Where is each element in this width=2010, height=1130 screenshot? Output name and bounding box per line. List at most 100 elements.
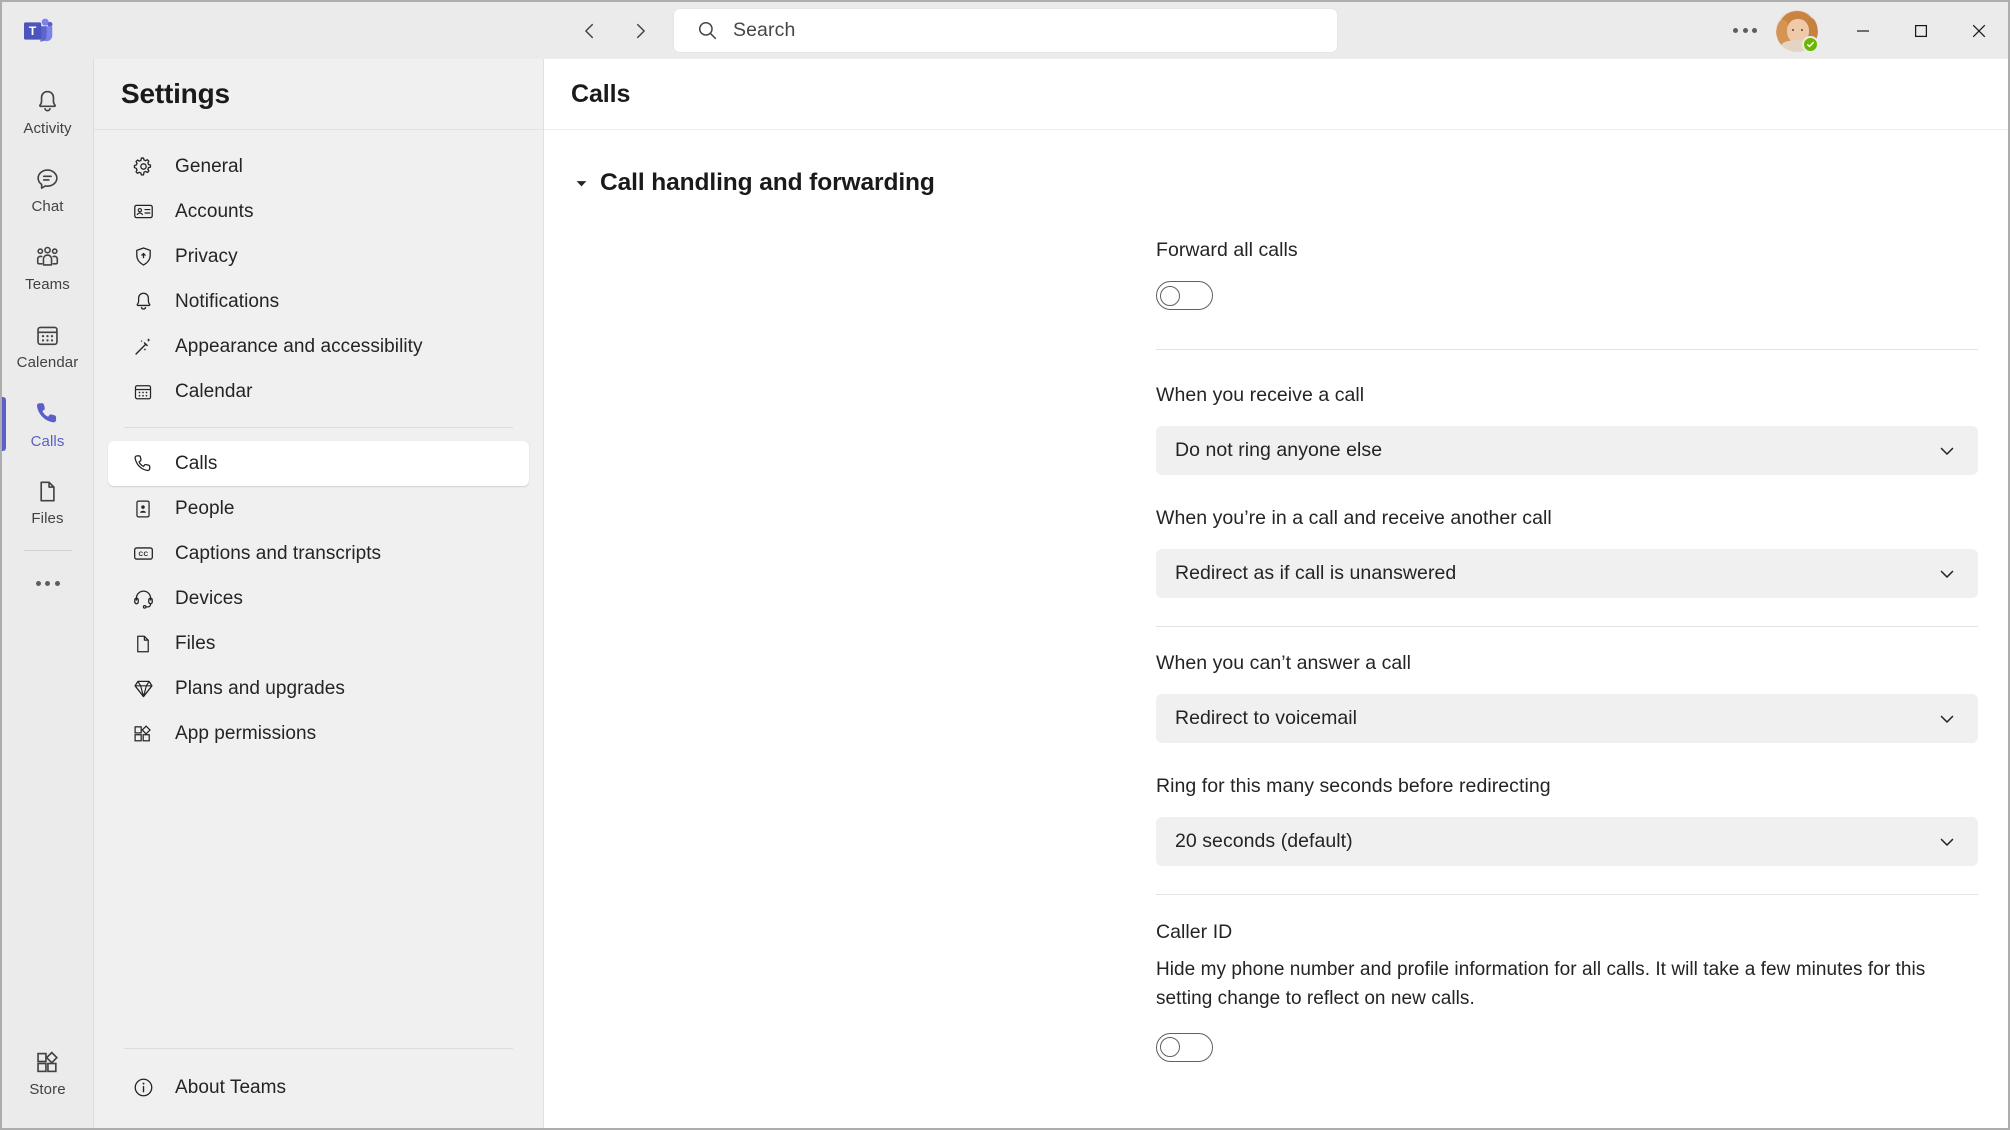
presence-available-badge [1802, 35, 1819, 53]
section-title: Call handling and forwarding [600, 169, 935, 196]
forward-all-calls-label: Forward all calls [1156, 239, 1298, 261]
caller-id-description: Hide my phone number and profile informa… [1156, 959, 1926, 1009]
sidebar-item-label: Appearance and accessibility [175, 335, 423, 357]
back-button[interactable] [572, 13, 608, 49]
sidebar-item-notifications[interactable]: Notifications [108, 279, 529, 324]
rail-more-apps-button[interactable] [2, 555, 94, 611]
gear-icon [131, 155, 155, 179]
forward-button[interactable] [622, 13, 658, 49]
sidebar-item-accounts[interactable]: Accounts [108, 189, 529, 234]
sidebar-item-devices[interactable]: Devices [108, 576, 529, 621]
bell-icon [131, 290, 155, 314]
id-card-icon [131, 200, 155, 224]
settings-nav-divider [124, 427, 513, 428]
sidebar-item-general[interactable]: General [108, 144, 529, 189]
search-icon [698, 21, 717, 40]
settings-title: Settings [121, 78, 230, 109]
settings-header: Settings [94, 59, 543, 130]
app-rail: Activity Chat Teams Calendar Calls Files… [1, 59, 94, 1128]
teams-people-icon [36, 246, 59, 266]
forward-icon [636, 23, 645, 38]
settings-and-more-button[interactable] [1722, 11, 1768, 51]
sidebar-item-privacy[interactable]: Privacy [108, 234, 529, 279]
caller-id-toggle[interactable] [1156, 1032, 1213, 1062]
close-button[interactable] [1950, 2, 2008, 59]
sidebar-item-plans-and-upgrades[interactable]: Plans and upgrades [108, 666, 529, 711]
about-teams-button[interactable]: About Teams [108, 1065, 529, 1110]
history-nav [572, 13, 658, 49]
info-icon [131, 1076, 155, 1100]
when-you-cant-answer-a-call-dropdown[interactable]: Redirect to voicemail [1156, 694, 1978, 743]
sidebar-item-label: Calls [175, 452, 218, 474]
rail-item-calendar[interactable]: Calendar [2, 307, 94, 385]
window-body: Activity Chat Teams Calendar Calls Files… [1, 59, 2008, 1128]
chat-icon [37, 168, 58, 189]
dropdown-value: Do not ring anyone else [1175, 439, 1383, 461]
sidebar-item-captions-and-transcripts[interactable]: CC Captions and transcripts [108, 531, 529, 576]
ring-seconds-label: Ring for this many seconds before redire… [1156, 775, 1551, 797]
search-bar[interactable]: Search [674, 9, 1337, 52]
rail-item-chat[interactable]: Chat [2, 151, 94, 229]
settings-nav-list: General Accounts Privacy Notifications A… [94, 130, 543, 1048]
magic-wand-icon [131, 335, 155, 359]
svg-text:CC: CC [138, 551, 148, 558]
minimize-button[interactable] [1834, 2, 1892, 59]
toggle-knob [1160, 285, 1180, 306]
file-icon [131, 632, 155, 656]
chevron-down-icon [1936, 440, 1958, 462]
sidebar-item-label: Accounts [175, 200, 254, 222]
rail-item-store[interactable]: Store [2, 1034, 94, 1112]
rail-divider [23, 550, 72, 551]
teams-window: T Search Activity Chat Teams Calendar Ca… [0, 0, 2010, 1130]
sidebar-item-label: Notifications [175, 290, 280, 312]
bell-icon [39, 90, 56, 111]
back-icon [585, 23, 594, 38]
svg-text:T: T [29, 24, 37, 38]
search-input[interactable]: Search [733, 19, 795, 42]
more-apps-icon [35, 580, 60, 586]
more-horizontal-icon [1733, 28, 1757, 33]
store-icon [37, 1050, 59, 1072]
contact-card-icon [131, 497, 155, 521]
maximize-button[interactable] [1892, 2, 1950, 59]
main-content: Calls Call handling and forwarding Forwa… [544, 59, 2008, 1128]
sidebar-item-files[interactable]: Files [108, 621, 529, 666]
sidebar-item-appearance-and-accessibility[interactable]: Appearance and accessibility [108, 324, 529, 369]
dropdown-value: Redirect as if call is unanswered [1175, 562, 1457, 584]
when-you-receive-a-call-dropdown[interactable]: Do not ring anyone else [1156, 426, 1978, 475]
sidebar-item-label: Calendar [175, 380, 253, 402]
rail-item-files[interactable]: Files [2, 463, 94, 541]
section-call-handling-header[interactable]: Call handling and forwarding [544, 130, 2008, 197]
when-in-a-call-another-call-dropdown[interactable]: Redirect as if call is unanswered [1156, 549, 1978, 598]
sidebar-item-calendar[interactable]: Calendar [108, 369, 529, 414]
settings-footer: About Teams [94, 1048, 543, 1128]
when-you-cant-answer-a-call-label: When you can’t answer a call [1156, 652, 1412, 674]
settings-scroll-area[interactable]: Call handling and forwarding Forward all… [544, 130, 2008, 1128]
dropdown-value: 20 seconds (default) [1175, 830, 1353, 852]
caller-id-title: Caller ID [1156, 921, 1233, 943]
sidebar-item-app-permissions[interactable]: App permissions [108, 711, 529, 756]
calendar-icon [37, 326, 58, 345]
sidebar-item-label: App permissions [175, 722, 317, 744]
diamond-icon [131, 677, 155, 701]
rail-item-activity[interactable]: Activity [2, 73, 94, 151]
forward-all-calls-toggle[interactable] [1156, 281, 1213, 310]
rail-item-calls[interactable]: Calls [1, 385, 94, 463]
sidebar-item-calls[interactable]: Calls [108, 441, 529, 486]
profile-avatar-button[interactable] [1776, 9, 1819, 53]
rail-label: Calls [30, 432, 65, 450]
headset-icon [131, 587, 155, 611]
ring-seconds-dropdown[interactable]: 20 seconds (default) [1156, 817, 1978, 866]
close-icon [1972, 24, 1986, 37]
chevron-down-icon [574, 176, 588, 190]
maximize-icon [1914, 24, 1928, 37]
sidebar-item-label: Devices [175, 587, 243, 609]
shield-icon [131, 245, 155, 269]
rail-item-teams[interactable]: Teams [2, 229, 94, 307]
title-bar: T Search [2, 2, 2008, 59]
about-teams-label: About Teams [175, 1076, 287, 1098]
sidebar-item-people[interactable]: People [108, 486, 529, 531]
footer-divider [124, 1048, 513, 1049]
teams-logo: T [2, 17, 60, 45]
sidebar-item-label: People [175, 497, 235, 519]
